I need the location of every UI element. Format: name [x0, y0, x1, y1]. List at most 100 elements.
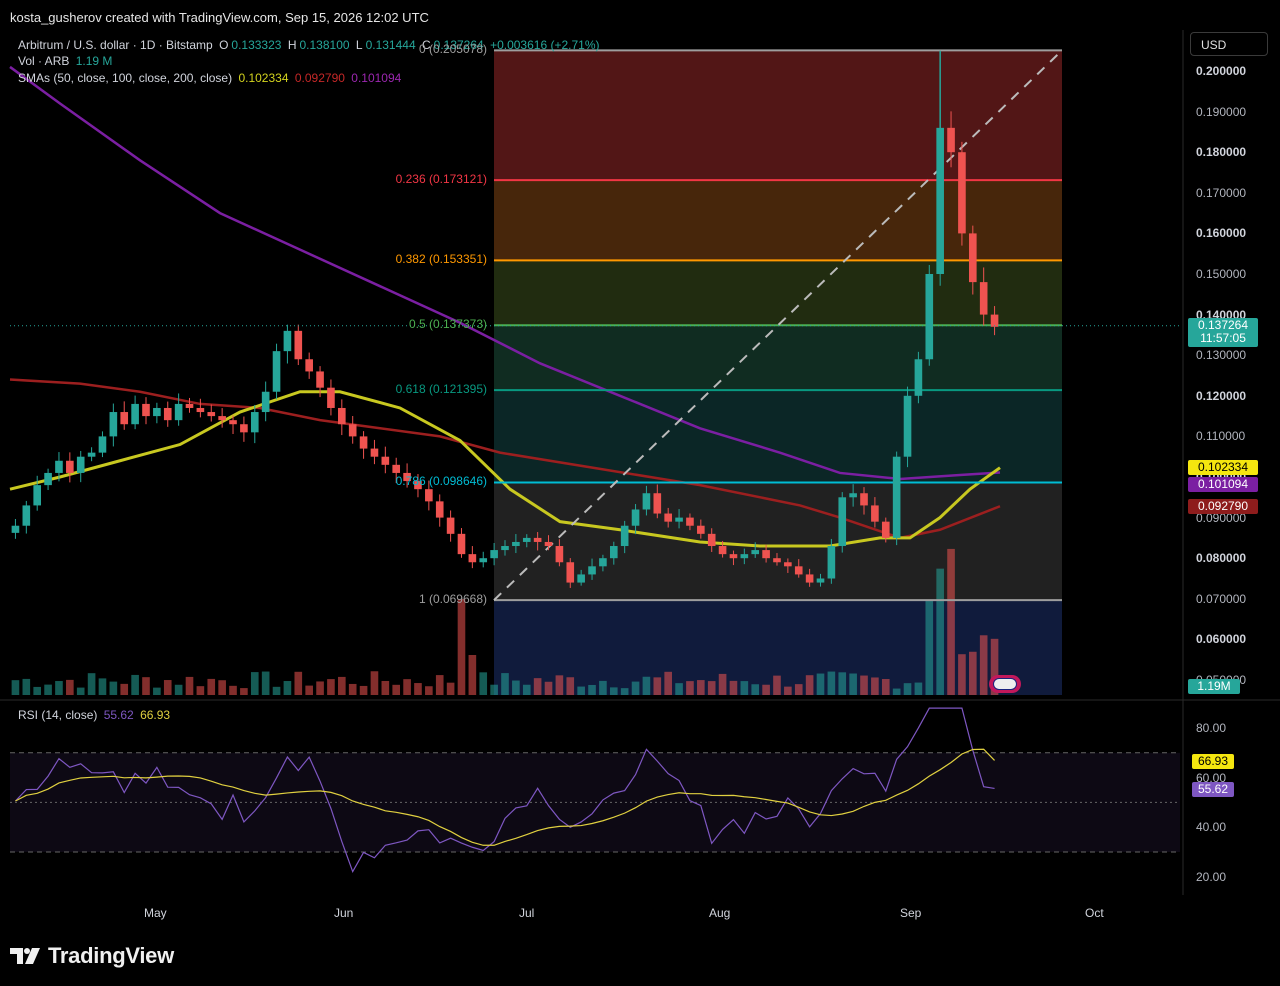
fib-label: 0.786 (0.098646) [395, 474, 487, 489]
volume-badge: 1.19M [1188, 679, 1240, 694]
candle-body [675, 517, 683, 522]
rsi-label: RSI (14, close) [18, 708, 98, 722]
volume-bar [163, 680, 172, 695]
candle-body [958, 152, 966, 234]
volume-bar [98, 678, 107, 695]
candle-body [849, 493, 857, 498]
volume-bar [240, 688, 248, 695]
volume-bar [903, 683, 912, 695]
volume-bar [599, 680, 607, 695]
candle-body [609, 546, 618, 559]
volume-bar [609, 687, 618, 695]
chart-canvas[interactable] [0, 0, 1280, 986]
volume-bar [512, 680, 520, 695]
candle-body [501, 546, 509, 551]
volume-bar [794, 684, 803, 695]
volume-bar [468, 655, 477, 695]
candle-body [740, 554, 749, 559]
fib-label: 0.5 (0.137373) [408, 317, 487, 332]
candle-body [120, 412, 129, 425]
candle-body [555, 546, 564, 563]
candle-body [620, 525, 629, 547]
candle-body [827, 546, 836, 579]
last-price-badge: 0.137264 11:57:05 [1188, 318, 1258, 347]
volume-legend: Vol · ARB 1.19 M [18, 54, 115, 68]
change-value: +0.003616 (+2.71%) [490, 38, 600, 52]
volume-bar [751, 684, 760, 695]
candle-body [153, 407, 161, 417]
volume-bar [261, 671, 270, 695]
candle-body [207, 412, 216, 417]
volume-bar [142, 677, 150, 695]
currency-button[interactable]: USD [1190, 32, 1268, 56]
open-value: 0.133323 [231, 38, 282, 52]
candle-body [664, 513, 672, 522]
volume-bar [533, 678, 542, 695]
symbol-legend: Arbitrum / U.S. dollar · 1D · Bitstamp O… [18, 38, 602, 52]
volume-bar [968, 651, 977, 695]
candle-body [457, 533, 466, 555]
volume-bar [827, 671, 836, 695]
volume-bar [588, 684, 596, 695]
volume-bar [44, 684, 52, 695]
volume-bar [33, 686, 42, 695]
price-tick: 0.200000 [1196, 64, 1247, 78]
candle-body [533, 537, 542, 542]
candle-body [642, 493, 651, 510]
volume-value: 1.19 M [75, 54, 113, 68]
open-label: O [219, 38, 229, 52]
volume-bar [642, 676, 651, 695]
candle-body [794, 566, 803, 575]
candle-body [348, 424, 357, 437]
candle-body [131, 403, 139, 425]
volume-bar [359, 685, 368, 695]
volume-bar [174, 684, 183, 695]
volume-bar [773, 675, 781, 695]
volume-bar [544, 681, 553, 695]
volume-bar [566, 677, 575, 695]
candle-body [338, 407, 346, 425]
volume-bar [522, 684, 531, 695]
candle-body [294, 330, 303, 360]
volume-bar [196, 686, 205, 695]
candle-body [925, 274, 934, 360]
volume-bar [979, 635, 988, 695]
volume-bar [283, 681, 292, 695]
volume-bar [414, 683, 422, 695]
price-tick: 0.180000 [1196, 145, 1247, 160]
fib-label: 0.236 (0.173121) [395, 172, 487, 187]
candle-body [838, 497, 847, 547]
tradingview-logo-text: TradingView [48, 943, 174, 968]
volume-bar [185, 676, 194, 695]
fib-label: 1 (0.069668) [418, 592, 487, 607]
volume-bar [11, 680, 20, 695]
candle-body [990, 314, 999, 327]
sma50-badge: 0.102334 [1188, 460, 1258, 475]
fib-zone [494, 50, 1062, 181]
sma200-value: 0.101094 [351, 71, 402, 85]
volume-bar [805, 675, 814, 695]
tradingview-logo: TradingView [10, 943, 174, 969]
us-flag-icon[interactable] [989, 675, 1021, 693]
price-tick: 0.170000 [1196, 185, 1247, 200]
candle-body [240, 424, 248, 433]
candle-body [55, 460, 63, 473]
volume-bar [109, 681, 118, 695]
candle-body [185, 403, 194, 408]
time-tick: Aug [709, 906, 731, 920]
fib-zone [494, 390, 1062, 483]
volume-bar [403, 679, 411, 695]
volume-bar [816, 673, 825, 695]
volume-bar [925, 599, 934, 695]
fib-label: 0.618 (0.121395) [395, 382, 487, 397]
rsi-panel [10, 707, 1180, 873]
candle-body [76, 456, 85, 473]
volume-bar [762, 684, 770, 695]
volume-bar [501, 673, 509, 695]
candle-body [773, 558, 781, 563]
candle-body [784, 562, 792, 567]
sma200-badge: 0.101094 [1188, 477, 1258, 492]
candle-body [577, 574, 585, 583]
volume-bar [675, 683, 683, 695]
rsi-ma-value: 66.93 [140, 708, 171, 722]
